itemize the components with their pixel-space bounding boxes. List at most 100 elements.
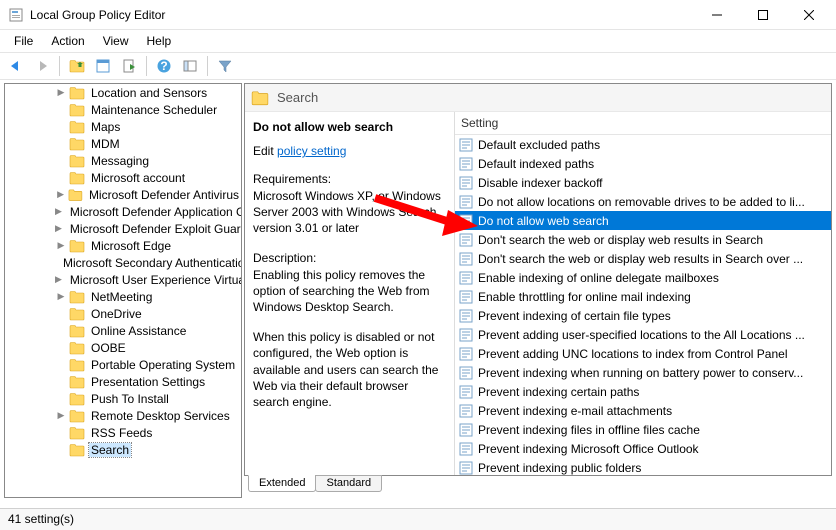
setting-label: Do not allow locations on removable driv… [478,195,805,209]
tree-item[interactable]: Microsoft account [5,169,241,186]
properties-button[interactable] [91,54,115,78]
expand-icon[interactable]: ▶ [55,291,67,302]
forward-button[interactable] [30,54,54,78]
expand-icon[interactable]: ▶ [55,206,62,217]
tree-item-label: Push To Install [89,392,171,406]
tree-item[interactable]: Search [5,441,241,458]
export-button[interactable] [117,54,141,78]
tree-pane[interactable]: ▶Location and SensorsMaintenance Schedul… [4,83,242,498]
tree-item-label: Microsoft Defender Application Guard [68,205,242,219]
titlebar: Local Group Policy Editor [0,0,836,30]
setting-row[interactable]: Prevent indexing of certain file types [455,306,831,325]
tab-extended[interactable]: Extended [248,475,316,492]
tree-item[interactable]: ▶Microsoft Defender Antivirus [5,186,241,203]
tree-item[interactable]: ▶Microsoft User Experience Virtualizatio… [5,271,241,288]
back-button[interactable] [4,54,28,78]
setting-row[interactable]: Prevent indexing files in offline files … [455,420,831,439]
setting-row[interactable]: Default indexed paths [455,154,831,173]
setting-icon [459,461,473,475]
tree-item-label: Microsoft Defender Exploit Guard [68,222,242,236]
tree-item[interactable]: ▶Microsoft Edge [5,237,241,254]
tree-item[interactable]: ▶ Remote Desktop Services [5,407,241,424]
folder-icon [69,409,85,423]
tree-item[interactable]: Microsoft Secondary Authentication Facto… [5,254,241,271]
setting-row[interactable]: Default excluded paths [455,135,831,154]
setting-label: Prevent indexing when running on battery… [478,366,803,380]
tree-item-label: Microsoft Secondary Authentication Facto… [61,256,242,270]
tree-item[interactable]: Maintenance Scheduler [5,101,241,118]
folder-icon [69,290,85,304]
expand-icon[interactable]: ▶ [55,223,62,234]
up-button[interactable] [65,54,89,78]
tree-item[interactable]: ▶ Microsoft Defender Exploit Guard [5,220,241,237]
setting-row[interactable]: Don't search the web or display web resu… [455,249,831,268]
tab-standard[interactable]: Standard [315,475,382,492]
tree-item[interactable]: Maps [5,118,241,135]
tree-item[interactable]: ▶Location and Sensors [5,84,241,101]
tree-item[interactable]: ▶ NetMeeting [5,288,241,305]
setting-row[interactable]: Prevent indexing when running on battery… [455,363,831,382]
minimize-button[interactable] [694,0,740,30]
edit-policy-link[interactable]: policy setting [277,144,346,158]
setting-row[interactable]: Don't search the web or display web resu… [455,230,831,249]
tree-item[interactable]: Push To Install [5,390,241,407]
toolbar: ? [0,52,836,80]
setting-row[interactable]: Prevent indexing e-mail attachments [455,401,831,420]
setting-row[interactable]: Prevent adding UNC locations to index fr… [455,344,831,363]
expand-icon[interactable]: ▶ [55,189,66,200]
tree-item[interactable]: OneDrive [5,305,241,322]
maximize-button[interactable] [740,0,786,30]
expand-icon[interactable]: ▶ [55,274,62,285]
tree-item[interactable]: Messaging [5,152,241,169]
close-button[interactable] [786,0,832,30]
expand-icon[interactable]: ▶ [55,410,67,421]
menu-action[interactable]: Action [43,32,92,50]
folder-icon [69,443,85,457]
tree-item-label: Presentation Settings [89,375,207,389]
tree-item[interactable]: Online Assistance [5,322,241,339]
setting-icon [459,233,473,247]
tree-item[interactable]: MDM [5,135,241,152]
menu-help[interactable]: Help [139,32,180,50]
tree-item-label: NetMeeting [89,290,154,304]
tree-item-label: Microsoft account [89,171,187,185]
filter-button[interactable] [213,54,237,78]
tree-item-label: Remote Desktop Services [89,409,232,423]
show-hide-button[interactable] [178,54,202,78]
statusbar: 41 setting(s) [0,508,836,530]
tree-item[interactable]: Portable Operating System [5,356,241,373]
setting-label: Prevent indexing of certain file types [478,309,671,323]
setting-row[interactable]: Do not allow locations on removable driv… [455,192,831,211]
details-pane: Search Do not allow web search Edit poli… [244,83,832,498]
expand-icon[interactable]: ▶ [55,87,67,98]
setting-label: Prevent indexing certain paths [478,385,639,399]
settings-list[interactable]: Setting Default excluded pathsDefault in… [455,112,831,475]
tree-item[interactable]: ▶ Microsoft Defender Application Guard [5,203,241,220]
tree-item[interactable]: Presentation Settings [5,373,241,390]
setting-row[interactable]: Enable indexing of online delegate mailb… [455,268,831,287]
column-header-setting[interactable]: Setting [455,112,831,135]
expand-icon[interactable]: ▶ [55,240,67,251]
setting-icon [459,157,473,171]
tree-item-label: OneDrive [89,307,144,321]
setting-label: Prevent adding UNC locations to index fr… [478,347,788,361]
help-button[interactable]: ? [152,54,176,78]
setting-row[interactable]: Prevent indexing certain paths [455,382,831,401]
setting-icon [459,138,473,152]
setting-row[interactable]: Prevent indexing public folders [455,458,831,475]
menu-view[interactable]: View [95,32,137,50]
setting-row[interactable]: Prevent indexing Microsoft Office Outloo… [455,439,831,458]
tree-item-label: Search [89,443,131,457]
setting-icon [459,309,473,323]
setting-row[interactable]: Enable throttling for online mail indexi… [455,287,831,306]
tree-item[interactable]: OOBE [5,339,241,356]
setting-row[interactable]: Disable indexer backoff [455,173,831,192]
setting-icon [459,252,473,266]
menu-file[interactable]: File [6,32,41,50]
folder-icon [69,239,85,253]
setting-row[interactable]: Do not allow web search [455,211,831,230]
menubar: FileActionViewHelp [0,30,836,52]
setting-row[interactable]: Prevent adding user-specified locations … [455,325,831,344]
folder-icon [69,307,85,321]
tree-item[interactable]: RSS Feeds [5,424,241,441]
